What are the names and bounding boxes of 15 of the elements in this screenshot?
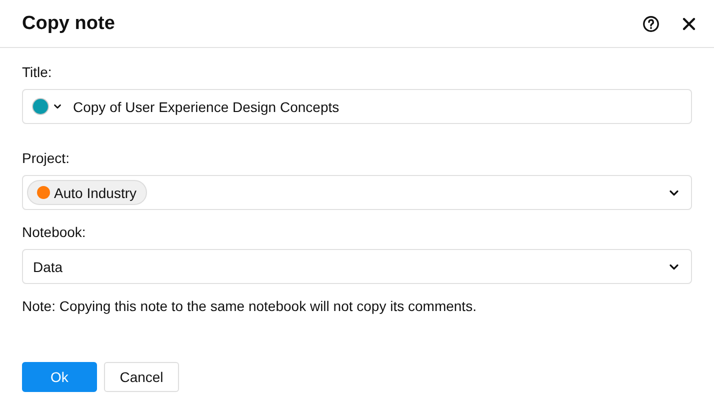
notebook-value: Data [33,258,63,274]
note-text: Note: Copying this note to the same notebook will not copy its comments. [22,298,478,314]
field-label: Title: [22,64,52,80]
field-label: Project: [22,150,70,166]
dialog-title: Copy note [22,12,115,34]
tag-label: Auto Industry [54,184,136,200]
color-dot[interactable] [33,99,48,114]
close-icon[interactable] [682,16,696,30]
title-field[interactable]: Copy of User Experience Design Concepts [22,89,692,124]
title-value: Copy of User Experience Design Concepts [73,98,340,114]
notebook-select[interactable]: Data [22,249,692,284]
help-icon[interactable] [642,14,660,32]
field-label: Notebook: [22,224,86,240]
project-select[interactable]: Auto Industry [22,175,692,210]
cancel-button[interactable]: Cancel [104,362,179,392]
